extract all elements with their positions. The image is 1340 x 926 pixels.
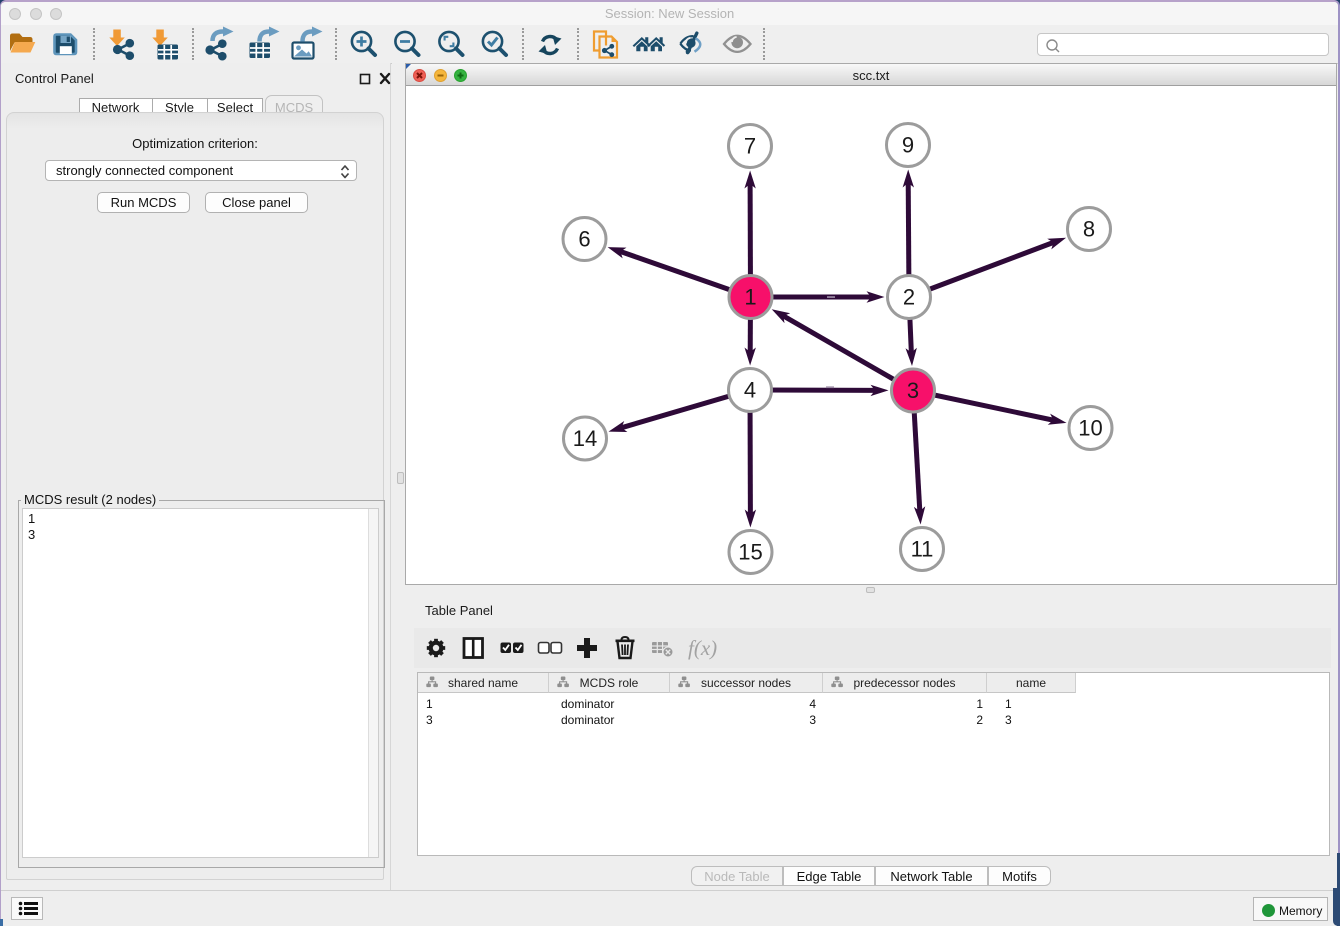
svg-text:15: 15 xyxy=(738,540,762,565)
svg-text:f(x): f(x) xyxy=(688,636,717,660)
svg-text:14: 14 xyxy=(573,426,597,451)
svg-text:2: 2 xyxy=(903,285,915,310)
svg-text:9: 9 xyxy=(902,133,914,158)
svg-text:1: 1 xyxy=(744,285,756,310)
svg-text:10: 10 xyxy=(1078,416,1102,441)
svg-text:11: 11 xyxy=(911,537,934,562)
svg-text:8: 8 xyxy=(1083,217,1095,242)
svg-text:3: 3 xyxy=(907,378,919,403)
svg-text:4: 4 xyxy=(744,378,756,403)
svg-text:7: 7 xyxy=(744,134,756,159)
svg-text:6: 6 xyxy=(578,227,590,252)
